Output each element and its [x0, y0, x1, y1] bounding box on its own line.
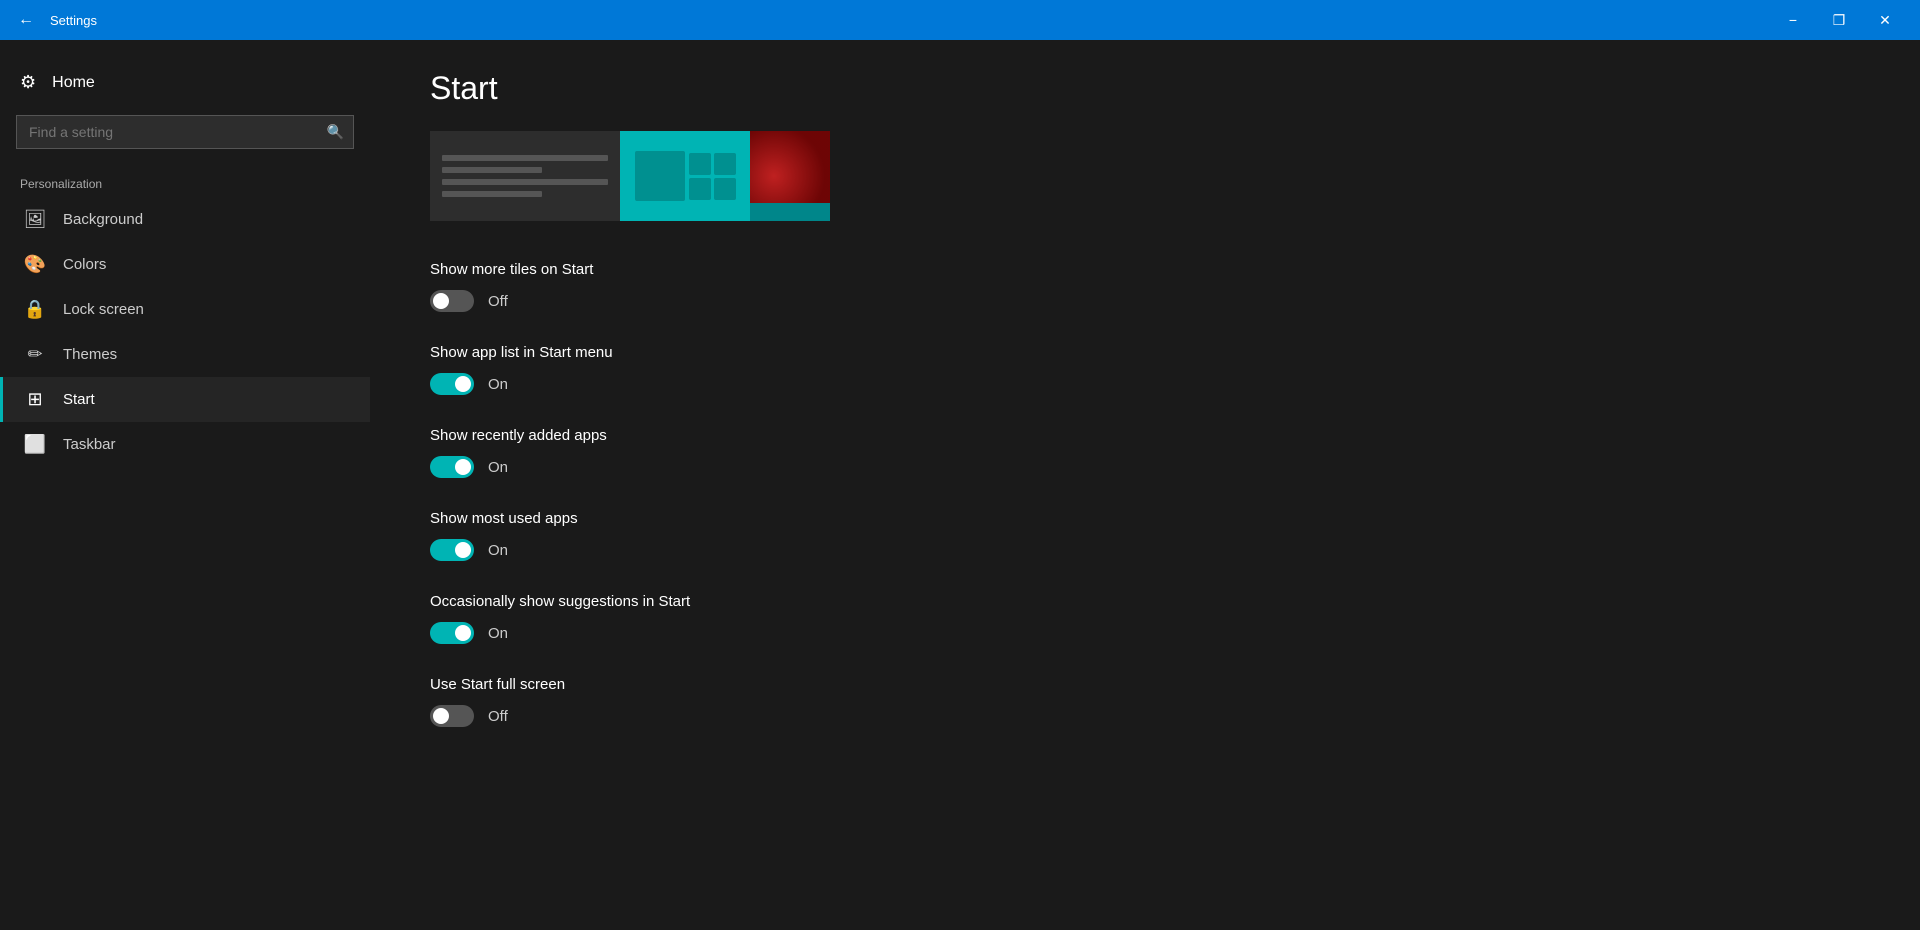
toggle-state-show-more-tiles: Off [488, 293, 508, 310]
preview-line-2 [442, 167, 542, 173]
colors-icon: 🎨 [23, 254, 47, 275]
settings-list: Show more tiles on Start Off Show app li… [430, 261, 1860, 727]
toggle-use-full-screen[interactable] [430, 705, 474, 727]
title-bar: ← Settings − ❐ ✕ [0, 0, 1920, 40]
themes-icon: ✏ [23, 344, 47, 365]
themes-label: Themes [63, 346, 117, 363]
close-button[interactable]: ✕ [1862, 0, 1908, 40]
maximize-button[interactable]: ❐ [1816, 0, 1862, 40]
setting-row-show-recently-added: Show recently added apps On [430, 427, 1860, 478]
back-button[interactable]: ← [12, 6, 40, 34]
toggle-knob-show-recently-added [455, 459, 471, 475]
home-nav-item[interactable]: ⚙ Home [0, 60, 370, 105]
toggle-show-recently-added[interactable] [430, 456, 474, 478]
toggle-row-show-most-used: On [430, 539, 1860, 561]
preview-tiles-grid [689, 153, 736, 200]
lock-screen-label: Lock screen [63, 301, 144, 318]
search-input[interactable] [16, 115, 354, 149]
toggle-show-more-tiles[interactable] [430, 290, 474, 312]
preview-line-3 [442, 179, 608, 185]
home-icon: ⚙ [20, 72, 36, 93]
setting-label-show-most-used: Show most used apps [430, 510, 1860, 527]
lock-screen-icon: 🔒 [23, 299, 47, 320]
preview-line-1 [442, 155, 608, 161]
sidebar-item-background[interactable]: 🖼 Background [0, 197, 370, 242]
minimize-button[interactable]: − [1770, 0, 1816, 40]
preview-tile-sm-4 [714, 178, 736, 200]
toggle-state-show-suggestions: On [488, 625, 508, 642]
setting-row-show-most-used: Show most used apps On [430, 510, 1860, 561]
toggle-state-show-app-list: On [488, 376, 508, 393]
preview-line-4 [442, 191, 542, 197]
preview-left-panel [430, 131, 620, 221]
toggle-show-suggestions[interactable] [430, 622, 474, 644]
toggle-row-show-app-list: On [430, 373, 1860, 395]
app-title: Settings [50, 13, 1770, 28]
toggle-state-show-recently-added: On [488, 459, 508, 476]
setting-row-show-more-tiles: Show more tiles on Start Off [430, 261, 1860, 312]
colors-label: Colors [63, 256, 106, 273]
sidebar-item-start[interactable]: ⊞ Start [0, 377, 370, 422]
section-label: Personalization [0, 169, 370, 197]
search-icon: 🔍 [327, 124, 344, 141]
setting-row-use-full-screen: Use Start full screen Off [430, 676, 1860, 727]
toggle-row-use-full-screen: Off [430, 705, 1860, 727]
preview-tile-sm-3 [689, 178, 711, 200]
preview-taskbar [750, 203, 830, 221]
search-box: 🔍 [16, 115, 354, 149]
background-icon: 🖼 [23, 209, 47, 230]
sidebar-item-themes[interactable]: ✏ Themes [0, 332, 370, 377]
setting-row-show-suggestions: Occasionally show suggestions in Start O… [430, 593, 1860, 644]
toggle-row-show-suggestions: On [430, 622, 1860, 644]
toggle-row-show-more-tiles: Off [430, 290, 1860, 312]
taskbar-label: Taskbar [63, 436, 116, 453]
toggle-knob-use-full-screen [433, 708, 449, 724]
taskbar-icon: ⬜ [23, 434, 47, 455]
setting-row-show-app-list: Show app list in Start menu On [430, 344, 1860, 395]
toggle-knob-show-suggestions [455, 625, 471, 641]
start-preview [430, 131, 830, 221]
toggle-row-show-recently-added: On [430, 456, 1860, 478]
preview-tile-large [635, 151, 685, 201]
setting-label-show-more-tiles: Show more tiles on Start [430, 261, 1860, 278]
sidebar-item-taskbar[interactable]: ⬜ Taskbar [0, 422, 370, 467]
setting-label-use-full-screen: Use Start full screen [430, 676, 1860, 693]
sidebar-item-lock-screen[interactable]: 🔒 Lock screen [0, 287, 370, 332]
start-icon: ⊞ [23, 389, 47, 410]
preview-tiles-panel [620, 131, 750, 221]
background-label: Background [63, 211, 143, 228]
content-area: Start Show [370, 40, 1920, 930]
setting-label-show-recently-added: Show recently added apps [430, 427, 1860, 444]
toggle-knob-show-more-tiles [433, 293, 449, 309]
sidebar: ⚙ Home 🔍 Personalization 🖼 Background 🎨 … [0, 40, 370, 930]
preview-tile-sm-1 [689, 153, 711, 175]
start-label: Start [63, 391, 95, 408]
home-label: Home [52, 74, 95, 92]
toggle-show-most-used[interactable] [430, 539, 474, 561]
toggle-knob-show-most-used [455, 542, 471, 558]
preview-right-panel [750, 131, 830, 221]
toggle-show-app-list[interactable] [430, 373, 474, 395]
sidebar-item-colors[interactable]: 🎨 Colors [0, 242, 370, 287]
toggle-state-show-most-used: On [488, 542, 508, 559]
toggle-knob-show-app-list [455, 376, 471, 392]
main-layout: ⚙ Home 🔍 Personalization 🖼 Background 🎨 … [0, 40, 1920, 930]
toggle-state-use-full-screen: Off [488, 708, 508, 725]
preview-tile-sm-2 [714, 153, 736, 175]
window-controls: − ❐ ✕ [1770, 0, 1908, 40]
setting-label-show-suggestions: Occasionally show suggestions in Start [430, 593, 1860, 610]
setting-label-show-app-list: Show app list in Start menu [430, 344, 1860, 361]
page-title: Start [430, 70, 1860, 107]
